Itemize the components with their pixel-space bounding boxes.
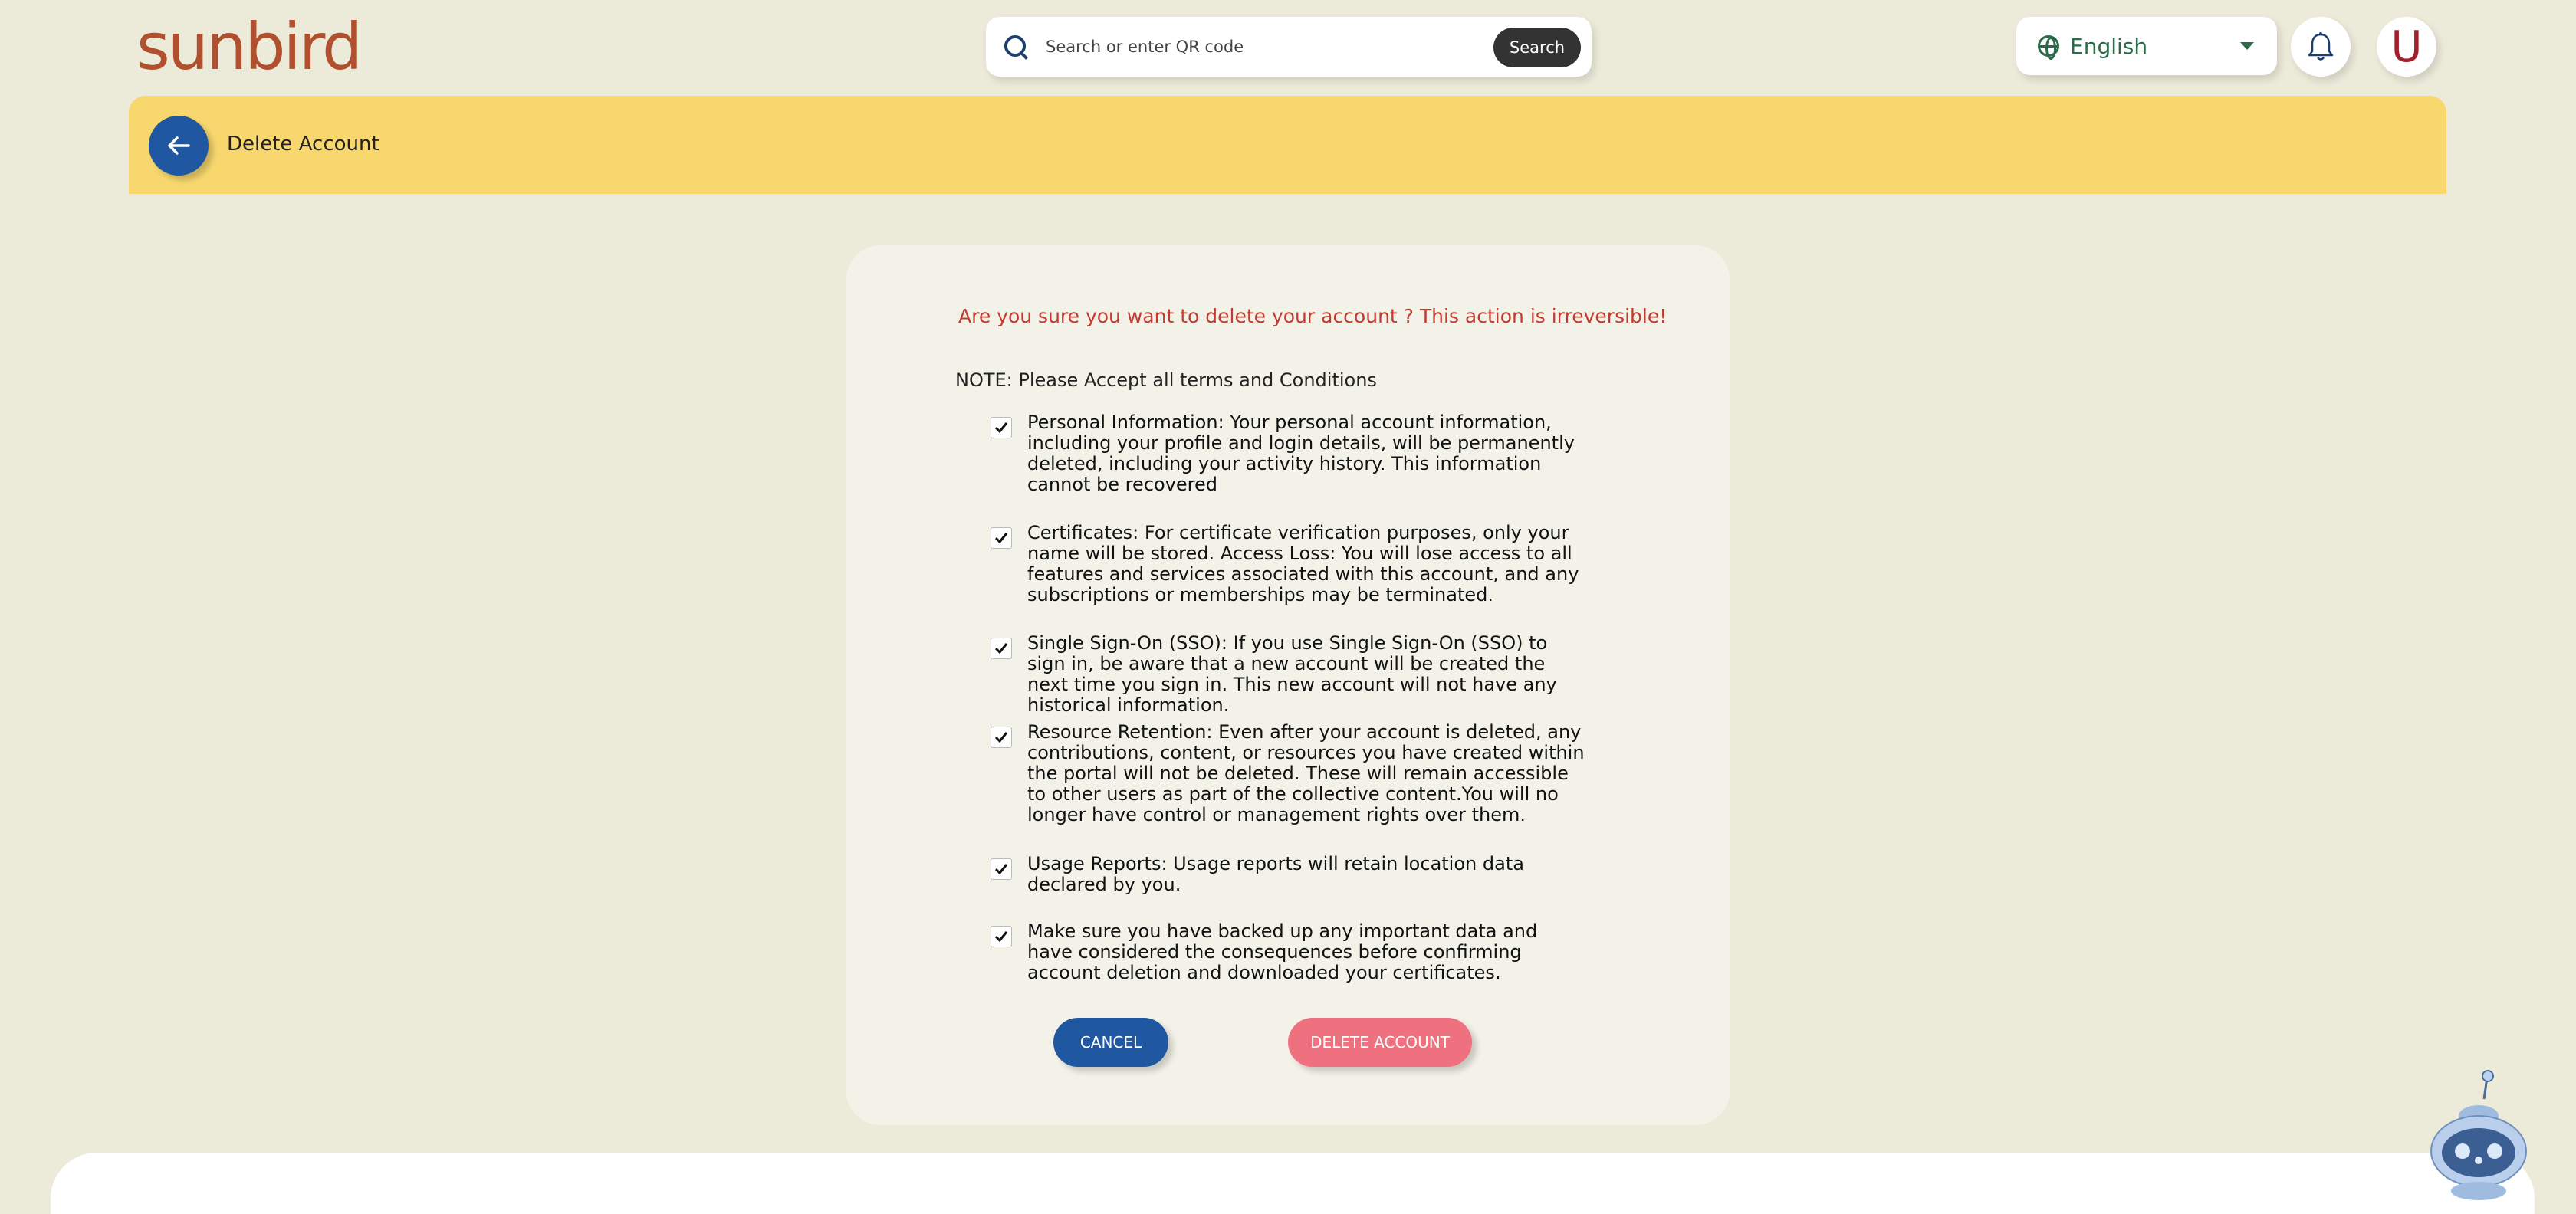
term-checkbox[interactable] (991, 926, 1012, 947)
language-dropdown[interactable]: English (2016, 17, 2277, 75)
term-checkbox[interactable] (991, 727, 1012, 748)
search-input[interactable] (1046, 38, 1490, 56)
check-icon (994, 533, 1008, 544)
term-text: Resource Retention: Even after your acco… (1027, 721, 1585, 825)
caret-down-icon (2240, 42, 2254, 50)
term-text: Usage Reports: Usage reports will retain… (1027, 853, 1524, 895)
user-avatar[interactable]: U (2377, 17, 2436, 77)
term-checkbox[interactable] (991, 417, 1012, 438)
language-selected: English (2070, 33, 2148, 59)
term-text: Personal Information: Your personal acco… (1027, 412, 1575, 495)
check-icon (994, 931, 1008, 943)
logo-text: sunbird (136, 9, 363, 84)
globe-icon (2038, 35, 2059, 60)
search-bar: Search (986, 17, 1592, 77)
warning-message: Are you sure you want to delete your acc… (958, 305, 1668, 327)
sunbird-logo[interactable]: sunbird (136, 9, 363, 84)
avatar-initial: U (2390, 21, 2423, 72)
top-bar: sunbird Search English U (0, 0, 2576, 92)
page-title: Delete Account (227, 133, 380, 156)
term-text: Single Sign-On (SSO): If you use Single … (1027, 632, 1557, 716)
delete-account-dialog: Are you sure you want to delete your acc… (846, 245, 1730, 1125)
term-text: Make sure you have backed up any importa… (1027, 920, 1538, 983)
check-icon (994, 864, 1008, 875)
search-button[interactable]: Search (1493, 28, 1581, 67)
check-icon (994, 732, 1008, 743)
check-icon (994, 643, 1008, 655)
term-checkbox[interactable] (991, 858, 1012, 880)
cancel-button[interactable]: CANCEL (1053, 1018, 1168, 1067)
notification-button[interactable] (2291, 17, 2351, 77)
page-header-banner: Delete Account (129, 96, 2446, 194)
term-checkbox[interactable] (991, 527, 1012, 549)
back-button[interactable] (149, 116, 209, 176)
arrow-left-icon (168, 136, 190, 155)
term-text: Certificates: For certificate verificati… (1027, 522, 1579, 605)
chatbot-icon[interactable] (2423, 1068, 2535, 1202)
search-icon (1003, 34, 1029, 60)
term-checkbox[interactable] (991, 638, 1012, 659)
delete-account-button[interactable]: DELETE ACCOUNT (1288, 1018, 1472, 1067)
check-icon (994, 422, 1008, 434)
footer-panel (51, 1153, 2535, 1214)
bell-icon (2308, 32, 2334, 61)
terms-note: NOTE: Please Accept all terms and Condit… (955, 369, 1377, 391)
